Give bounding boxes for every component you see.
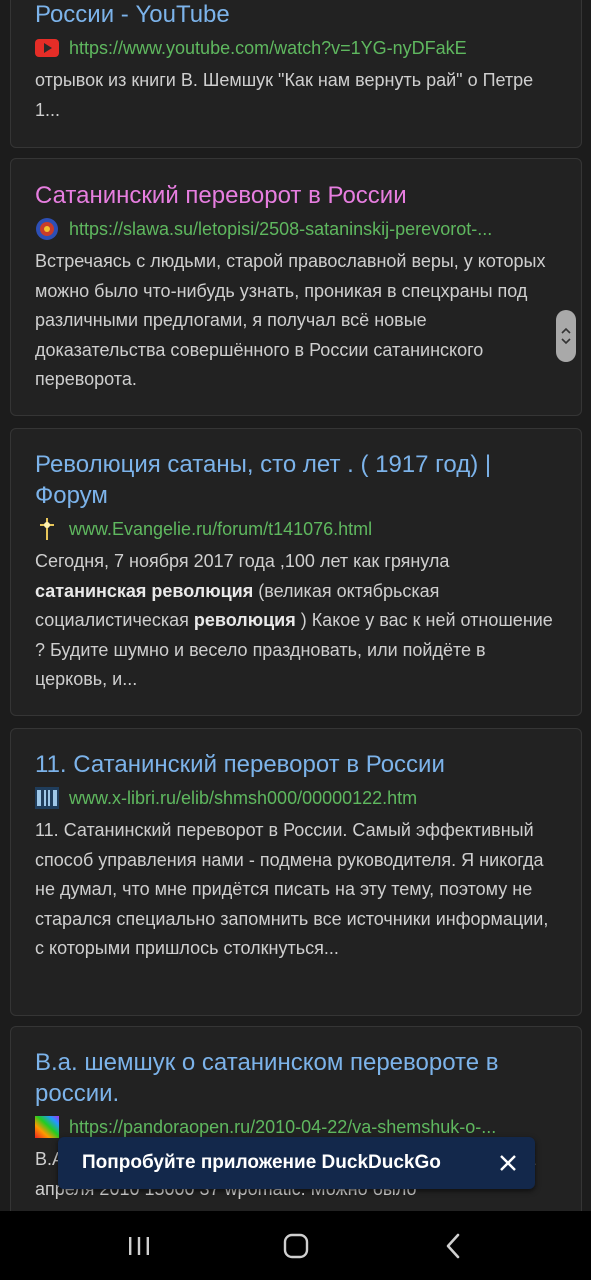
- result-url-row[interactable]: https://www.youtube.com/watch?v=1YG-nyDF…: [35, 34, 557, 62]
- result-card: России - YouTube https://www.youtube.com…: [10, 0, 582, 148]
- x-libri-icon: [35, 787, 59, 809]
- result-card: Сатанинский переворот в России https://s…: [10, 158, 582, 416]
- result-url-row[interactable]: www.Evangelie.ru/forum/t141076.html: [35, 515, 557, 543]
- back-button[interactable]: [423, 1221, 483, 1271]
- result-snippet: отрывок из книги В. Шемшук "Как нам верн…: [35, 70, 534, 120]
- result-snippet: Встречаясь с людьми, старой православной…: [35, 251, 546, 389]
- result-url-row[interactable]: https://slawa.su/letopisi/2508-sataninsk…: [35, 215, 557, 243]
- recent-apps-icon: [128, 1236, 149, 1255]
- pandora-icon: [35, 1116, 59, 1138]
- recent-apps-button[interactable]: [109, 1221, 169, 1271]
- scroll-thumb[interactable]: [556, 310, 576, 362]
- result-card: Революция сатаны, сто лет . ( 1917 год) …: [10, 428, 582, 716]
- result-snippet: Сегодня, 7 ноября 2017 года ,100 лет как…: [35, 551, 553, 689]
- slawa-icon: [35, 218, 59, 240]
- system-nav-bar: [0, 1211, 591, 1280]
- back-icon: [446, 1233, 459, 1258]
- youtube-icon: [35, 37, 59, 59]
- search-results: России - YouTube https://www.youtube.com…: [0, 0, 591, 1211]
- home-button[interactable]: [266, 1221, 326, 1271]
- app-promo-banner[interactable]: Попробуйте приложение DuckDuckGo: [58, 1137, 535, 1189]
- result-title[interactable]: Сатанинский переворот в России: [35, 180, 557, 211]
- evangelie-icon: [35, 518, 59, 540]
- result-title[interactable]: 11. Сатанинский переворот в России: [35, 749, 557, 780]
- result-url[interactable]: https://pandoraopen.ru/2010-04-22/va-she…: [69, 1117, 496, 1138]
- chevron-down-icon: [561, 338, 571, 345]
- result-title[interactable]: В.а. шемшук о сатанинском перевороте в р…: [35, 1047, 557, 1109]
- close-icon[interactable]: [495, 1150, 521, 1176]
- result-url[interactable]: https://slawa.su/letopisi/2508-sataninsk…: [69, 219, 492, 240]
- result-card: 11. Сатанинский переворот в России www.x…: [10, 728, 582, 1016]
- result-title[interactable]: России - YouTube: [35, 0, 557, 30]
- home-icon: [283, 1233, 308, 1258]
- result-snippet: 11. Сатанинский переворот в России. Самы…: [35, 820, 549, 958]
- result-url-row[interactable]: www.x-libri.ru/elib/shmsh000/00000122.ht…: [35, 784, 557, 812]
- result-url[interactable]: www.Evangelie.ru/forum/t141076.html: [69, 519, 372, 540]
- result-title[interactable]: Революция сатаны, сто лет . ( 1917 год) …: [35, 449, 557, 511]
- result-url[interactable]: https://www.youtube.com/watch?v=1YG-nyDF…: [69, 38, 467, 59]
- chevron-up-icon: [561, 327, 571, 334]
- result-url[interactable]: www.x-libri.ru/elib/shmsh000/00000122.ht…: [69, 788, 417, 809]
- promo-text[interactable]: Попробуйте приложение DuckDuckGo: [82, 1152, 441, 1174]
